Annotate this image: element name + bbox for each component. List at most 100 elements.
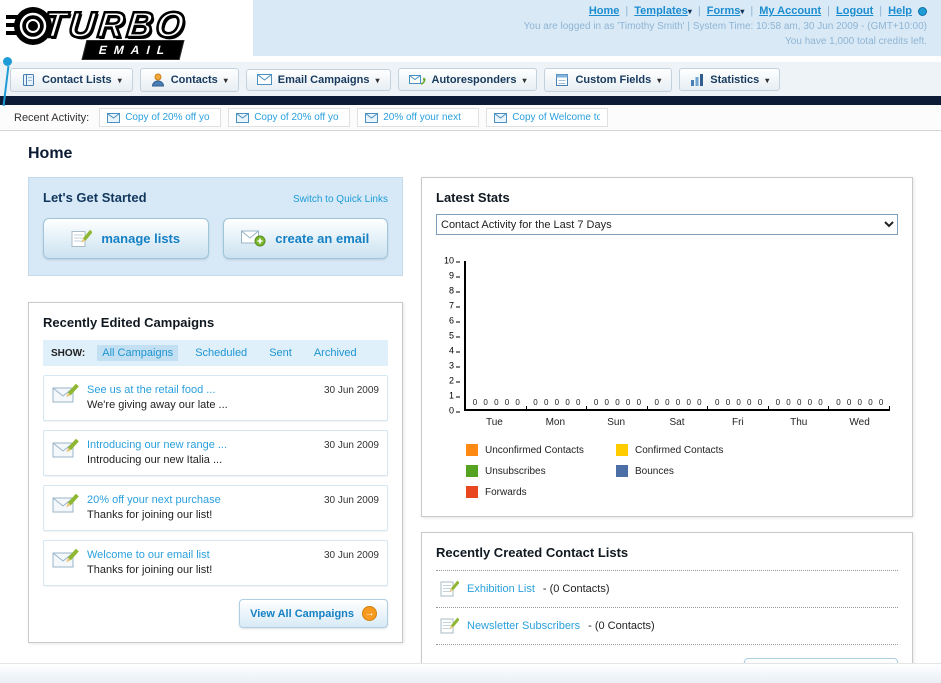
contact-list-item[interactable]: Newsletter Subscribers - (0 Contacts) [436,608,898,645]
legend-item: Forwards [466,486,616,498]
manage-lists-button[interactable]: manage lists [43,218,209,259]
top-link-templates[interactable]: Templates [634,5,692,17]
page: Home Templates Forms My Account Logout H… [0,0,941,683]
legend-label: Unconfirmed Contacts [485,444,584,456]
logo-subtext: EMAIL [81,40,185,60]
chart-legend: Unconfirmed Contacts Confirmed Contacts … [466,444,898,498]
get-started-panel: Let's Get Started Switch to Quick Links … [28,177,403,276]
chart-value-labels: 0 0 0 0 0 [533,398,581,407]
campaign-title-link[interactable]: Introducing our new range ... [87,438,316,453]
recent-activity-item[interactable]: Copy of Welcome to [486,108,609,127]
tab-autoresponders[interactable]: Autoresponders [397,68,538,91]
campaign-title-link[interactable]: Welcome to our email list [87,548,316,563]
view-all-campaigns-label: View All Campaigns [250,607,354,620]
get-started-title: Let's Get Started [43,190,147,205]
tab-label: Email Campaigns [277,73,370,86]
create-email-label: create an email [275,231,370,246]
contact-list-link[interactable]: Newsletter Subscribers [467,620,580,632]
latest-stats-panel: Latest Stats Contact Activity for the La… [421,177,913,517]
chart-plot-area: 0 0 0 0 0 0 0 0 0 0 0 0 0 0 0 0 0 0 0 0 0 0 … [464,261,890,411]
chart-value-labels: 0 0 0 0 0 [654,398,702,407]
tab-statistics[interactable]: Statistics [679,68,781,91]
view-all-campaigns-button[interactable]: View All Campaigns → [239,599,388,628]
separator [827,5,830,17]
right-column: Latest Stats Contact Activity for the La… [421,177,913,683]
legend-label: Unsubscribes [485,465,546,477]
credits-info: You have 1,000 total credits left. [785,36,927,47]
top-link-help[interactable]: Help [888,5,912,17]
envelope-icon [365,112,379,123]
footer [0,663,941,683]
pencil-paper-icon [440,580,459,597]
filter-sent[interactable]: Sent [264,345,297,361]
campaign-row[interactable]: Introducing our new range ... Introducin… [43,430,388,476]
campaign-row[interactable]: See us at the retail food ... We're givi… [43,375,388,421]
tab-email-campaigns[interactable]: Email Campaigns [245,68,391,91]
chart-value-labels: 0 0 0 0 0 [836,398,884,407]
legend-label: Forwards [485,486,527,498]
recent-activity-label: Recent Activity: [14,111,90,124]
stats-chart: 10 9 8 7 6 5 4 3 2 1 0 0 0 0 0 00 0 0 0 00 0 0 0 0… [440,256,890,428]
legend-item: Unsubscribes [466,465,616,477]
dropdown-caret-icon [375,74,379,86]
legend-item: Confirmed Contacts [616,444,766,456]
pencil-paper-icon [440,617,459,634]
separator [625,5,628,17]
tab-label: Statistics [710,73,760,86]
chart-bar-group: 0 0 0 0 0 [527,261,588,411]
page-title: Home [28,145,73,162]
top-link-logout[interactable]: Logout [836,5,873,17]
contact-lists-panel-title: Recently Created Contact Lists [436,545,629,560]
separator [698,5,701,17]
chart-y-axis: 10 9 8 7 6 5 4 3 2 1 0 [440,256,462,415]
contact-list-item[interactable]: Exhibition List - (0 Contacts) [436,570,898,608]
tab-contact-lists[interactable]: Contact Lists [10,67,133,92]
header-right: Home Templates Forms My Account Logout H… [253,0,941,56]
tab-contacts[interactable]: Contacts [139,67,239,92]
campaign-title-link[interactable]: See us at the retail food ... [87,383,316,398]
tab-label: Custom Fields [575,73,652,86]
campaign-subtitle: Introducing our new Italia ... [87,454,223,466]
chart-y-tick-label: 8 [448,285,461,296]
chart-x-tick-label: Sun [607,417,626,428]
top-link-my-account[interactable]: My Account [759,5,821,17]
top-link-forms[interactable]: Forms [707,5,745,17]
legend-label: Confirmed Contacts [635,444,724,456]
campaign-date: 30 Jun 2009 [323,440,379,451]
chart-y-tick-label: 0 [448,405,461,416]
filter-scheduled[interactable]: Scheduled [190,345,252,361]
dropdown-caret-icon [224,74,228,86]
main-nav: Contact Lists Contacts Email Campaigns A… [0,62,941,96]
switch-quick-links-link[interactable]: Switch to Quick Links [293,194,388,205]
campaign-row[interactable]: Welcome to our email list Thanks for joi… [43,540,388,586]
contact-list-link[interactable]: Exhibition List [467,583,535,595]
chart-value-labels: 0 0 0 0 0 [775,398,823,407]
campaign-row[interactable]: 20% off your next purchase Thanks for jo… [43,485,388,531]
tab-label: Contacts [170,73,218,86]
header: Home Templates Forms My Account Logout H… [0,0,941,62]
legend-swatch [616,444,628,456]
stats-panel-title: Latest Stats [436,190,510,205]
recent-activity-item[interactable]: 20% off your next [357,108,480,127]
envelope-icon [107,112,121,123]
campaign-subtitle: Thanks for joining our list! [87,509,213,521]
top-link-home[interactable]: Home [589,5,620,17]
recent-activity-item[interactable]: Copy of 20% off yo [99,108,222,127]
chart-y-tick-label: 4 [448,345,461,356]
filter-archived[interactable]: Archived [309,345,362,361]
legend-swatch [616,465,628,477]
tab-label: Contact Lists [42,73,112,86]
chart-day-labels: Tue Mon Sun Sat Fri Thu Wed [464,411,890,428]
left-column: Let's Get Started Switch to Quick Links … [28,177,403,643]
filter-all-campaigns[interactable]: All Campaigns [97,345,179,361]
campaign-title-link[interactable]: 20% off your next purchase [87,493,316,508]
create-email-button[interactable]: create an email [222,218,388,259]
recent-activity-item-label: Copy of Welcome to [512,112,601,123]
envelope-icon [494,112,508,123]
chart-y-tick-label: 6 [448,315,461,326]
recent-activity-item[interactable]: Copy of 20% off yo [228,108,351,127]
tab-custom-fields[interactable]: Custom Fields [544,67,673,92]
chart-y-tick-label: 1 [448,390,461,401]
campaigns-panel-title: Recently Edited Campaigns [43,315,215,330]
stats-range-select[interactable]: Contact Activity for the Last 7 Days [436,214,898,235]
